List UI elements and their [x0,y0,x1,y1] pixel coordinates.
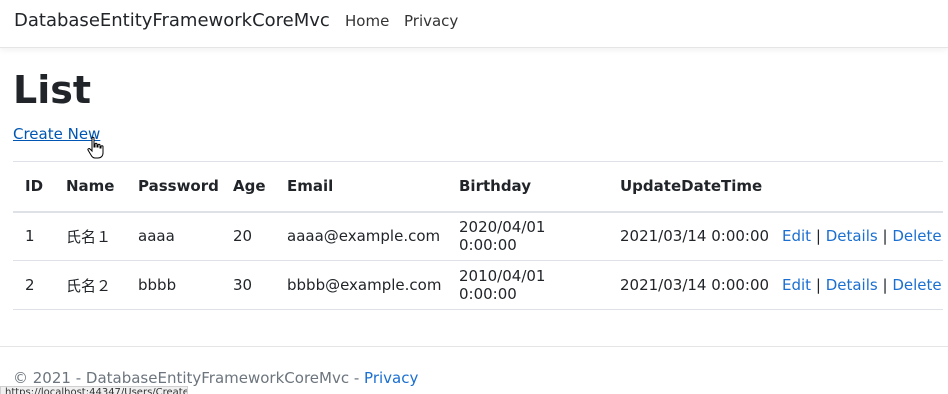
column-header-updatedatetime: UpdateDateTime [620,177,763,196]
cell-id: 1 [25,227,35,246]
hand-pointer-cursor-icon [87,136,104,159]
action-separator: | [882,276,888,294]
footer-divider [0,346,948,347]
footer-copyright: © 2021 - DatabaseEntityFrameworkCoreMvc … [13,369,365,387]
brand-link[interactable]: DatabaseEntityFrameworkCoreMvc [14,10,330,31]
cell-birthday: 2020/04/01 0:00:00 [459,218,546,255]
column-header-actions [770,162,943,212]
action-separator: | [815,227,821,246]
delete-link[interactable]: Delete [892,276,941,294]
table-row: 2 氏名２ bbbb 30 bbbb@example.com 2010/04/0… [13,261,943,310]
delete-link[interactable]: Delete [892,227,941,245]
table-row: 1 氏名１ aaaa 20 aaaa@example.com 2020/04/0… [13,212,943,261]
top-navbar: DatabaseEntityFrameworkCoreMvc Home Priv… [0,0,948,48]
column-header-email: Email [287,177,334,196]
cell-birthday: 2010/04/01 0:00:00 [459,267,546,303]
action-separator: | [882,227,888,246]
details-link[interactable]: Details [826,227,878,245]
cell-email: aaaa@example.com [287,227,441,246]
cell-name: 氏名１ [66,227,112,246]
action-separator: | [815,276,821,294]
users-table: ID Name Password Age Email Birthday Upda… [13,161,943,310]
details-link[interactable]: Details [826,276,878,294]
table-header-row: ID Name Password Age Email Birthday Upda… [13,161,943,212]
footer-privacy-link[interactable]: Privacy [364,369,418,387]
nav-privacy-link[interactable]: Privacy [404,12,458,30]
edit-link[interactable]: Edit [782,227,811,245]
cell-password: aaaa [138,227,175,246]
edit-link[interactable]: Edit [782,276,811,294]
nav-home-link[interactable]: Home [345,12,389,30]
footer: © 2021 - DatabaseEntityFrameworkCoreMvc … [13,369,418,387]
cell-name: 氏名２ [66,276,112,295]
cell-age: 20 [233,227,253,246]
column-header-password: Password [138,177,219,196]
cell-actions: Edit | Details | Delete [770,261,943,310]
cell-id: 2 [25,276,35,294]
column-header-birthday: Birthday [459,177,531,196]
cell-password: bbbb [138,276,177,294]
cell-updatedatetime: 2021/03/14 0:00:00 [620,276,770,294]
column-header-age: Age [233,177,266,196]
cell-actions: Edit | Details | Delete [770,212,943,261]
link-url-status-tooltip: https://localhost:44347/Users/Create [0,386,188,394]
column-header-id: ID [25,177,44,196]
cell-age: 30 [233,276,253,294]
cell-email: bbbb@example.com [287,276,442,294]
cell-updatedatetime: 2021/03/14 0:00:00 [620,227,770,246]
column-header-name: Name [66,177,115,196]
page-title: List [13,68,92,112]
